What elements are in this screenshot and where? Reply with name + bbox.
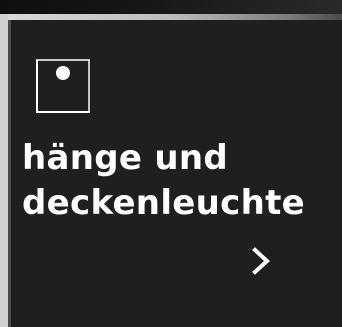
title-line-2: deckenleuchte: [22, 183, 306, 223]
top-border: [0, 14, 342, 20]
category-tile[interactable]: hänge und deckenleuchte: [0, 0, 342, 327]
chevron-right-icon[interactable]: [249, 246, 273, 276]
left-border: [0, 14, 8, 327]
category-title: hänge und deckenleuchte: [22, 136, 305, 226]
lamp-box-icon: [36, 59, 90, 113]
title-line-1: hänge und: [22, 138, 229, 178]
top-strip: [0, 0, 342, 14]
left-inner-border: [8, 20, 11, 327]
